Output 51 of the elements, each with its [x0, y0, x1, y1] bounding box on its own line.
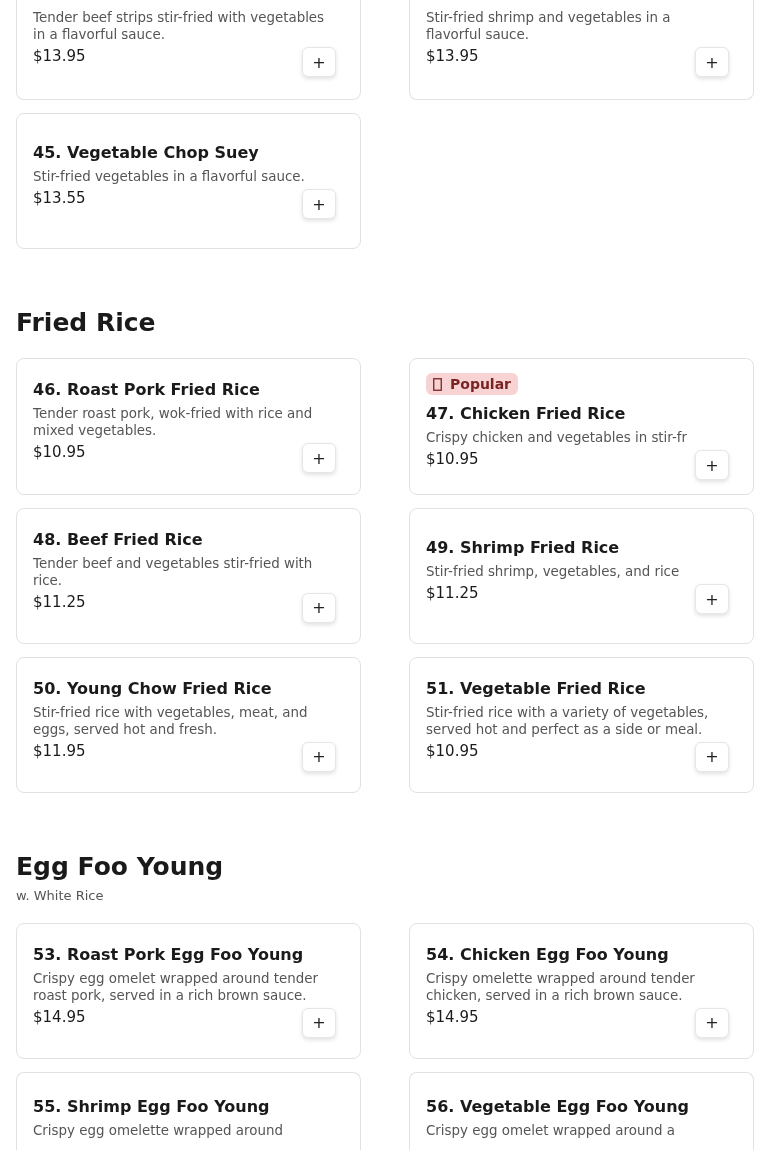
section-subtitle: w. White Rice — [16, 888, 105, 903]
item-price: $11.95 — [33, 741, 86, 760]
add-button[interactable]: + — [302, 741, 336, 772]
add-button[interactable]: + — [695, 450, 729, 480]
item-price: $14.95 — [33, 1007, 86, 1026]
item-title: 53. Roast Pork Egg Foo Young — [33, 944, 305, 964]
add-button[interactable]: + — [695, 1007, 729, 1038]
item-title: 56. Vegetable Egg Foo Young — [426, 1097, 690, 1116]
section-heading: Egg Foo Young — [16, 852, 225, 882]
item-description: Stir-fried vegetables in a flavorful sauce. — [33, 168, 306, 185]
item-description: Crispy egg omelet wrapped around a — [426, 1122, 676, 1139]
item-description: Crispy egg omelet wrapped around tender roast pork, served in a rich brown sauce. — [33, 969, 319, 1004]
item-price: $13.95 — [426, 47, 479, 65]
item-description: Tender roast pork, wok-fried with rice and mixed vegetables. — [33, 405, 314, 439]
item-title: 51. Vegetable Fried Rice — [426, 678, 647, 698]
item-price: $13.55 — [33, 189, 86, 207]
section-heading: Fried Rice — [16, 308, 157, 338]
item-price: $14.95 — [426, 1007, 479, 1026]
item-title: 54. Chicken Egg Foo Young — [426, 944, 670, 964]
item-title: 48. Beef Fried Rice — [33, 529, 204, 549]
item-price: $11.25 — [426, 584, 479, 602]
item-title: 49. Shrimp Fried Rice — [426, 538, 621, 557]
item-description: Stir-fried rice with vegetables, meat, and eggs, served hot and fresh. — [33, 703, 309, 738]
item-price: $10.95 — [426, 741, 479, 760]
item-description: Crispy omelette wrapped around tender chicken, served in a rich brown sauce. — [426, 969, 696, 1004]
item-description: Tender beef and vegetables stir-fried with rice. — [33, 554, 314, 589]
popular-badge: Popular — [426, 373, 519, 395]
item-description: Crispy chicken and vegetables in stir-fr — [426, 429, 689, 446]
item-title: 50. Young Chow Fried Rice — [33, 678, 273, 698]
item-title: 46. Roast Pork Fried Rice — [33, 380, 261, 399]
item-price: $11.25 — [33, 592, 86, 611]
item-price: $10.95 — [33, 443, 86, 461]
add-button[interactable]: + — [695, 741, 729, 772]
add-button[interactable]: + — [302, 592, 336, 623]
add-button[interactable]: + — [302, 47, 336, 77]
add-button[interactable]: + — [695, 584, 729, 614]
item-title: 45. Vegetable Chop Suey — [33, 143, 260, 162]
item-description: Stir-fried shrimp, vegetables, and rice — [426, 563, 681, 580]
item-title: 55. Shrimp Egg Foo Young — [33, 1097, 271, 1116]
add-button[interactable]: + — [302, 1007, 336, 1038]
add-button[interactable]: + — [695, 47, 729, 77]
item-description: Stir-fried rice with a variety of vegetables, served hot and perfect as a side or meal. — [426, 703, 710, 738]
item-price: $13.95 — [33, 47, 86, 65]
badge-icon — [433, 377, 442, 391]
add-button[interactable]: + — [302, 443, 336, 473]
item-description: Stir-fried shrimp and vegetables in a flavorful sauce. — [426, 9, 672, 43]
item-price: $10.95 — [426, 450, 479, 468]
item-description: Tender beef strips stir-fried with vegetables in a flavorful sauce. — [33, 9, 326, 43]
item-title: 47. Chicken Fried Rice — [426, 404, 627, 423]
add-button[interactable]: + — [302, 189, 336, 219]
item-description: Crispy egg omelette wrapped around — [33, 1122, 284, 1139]
